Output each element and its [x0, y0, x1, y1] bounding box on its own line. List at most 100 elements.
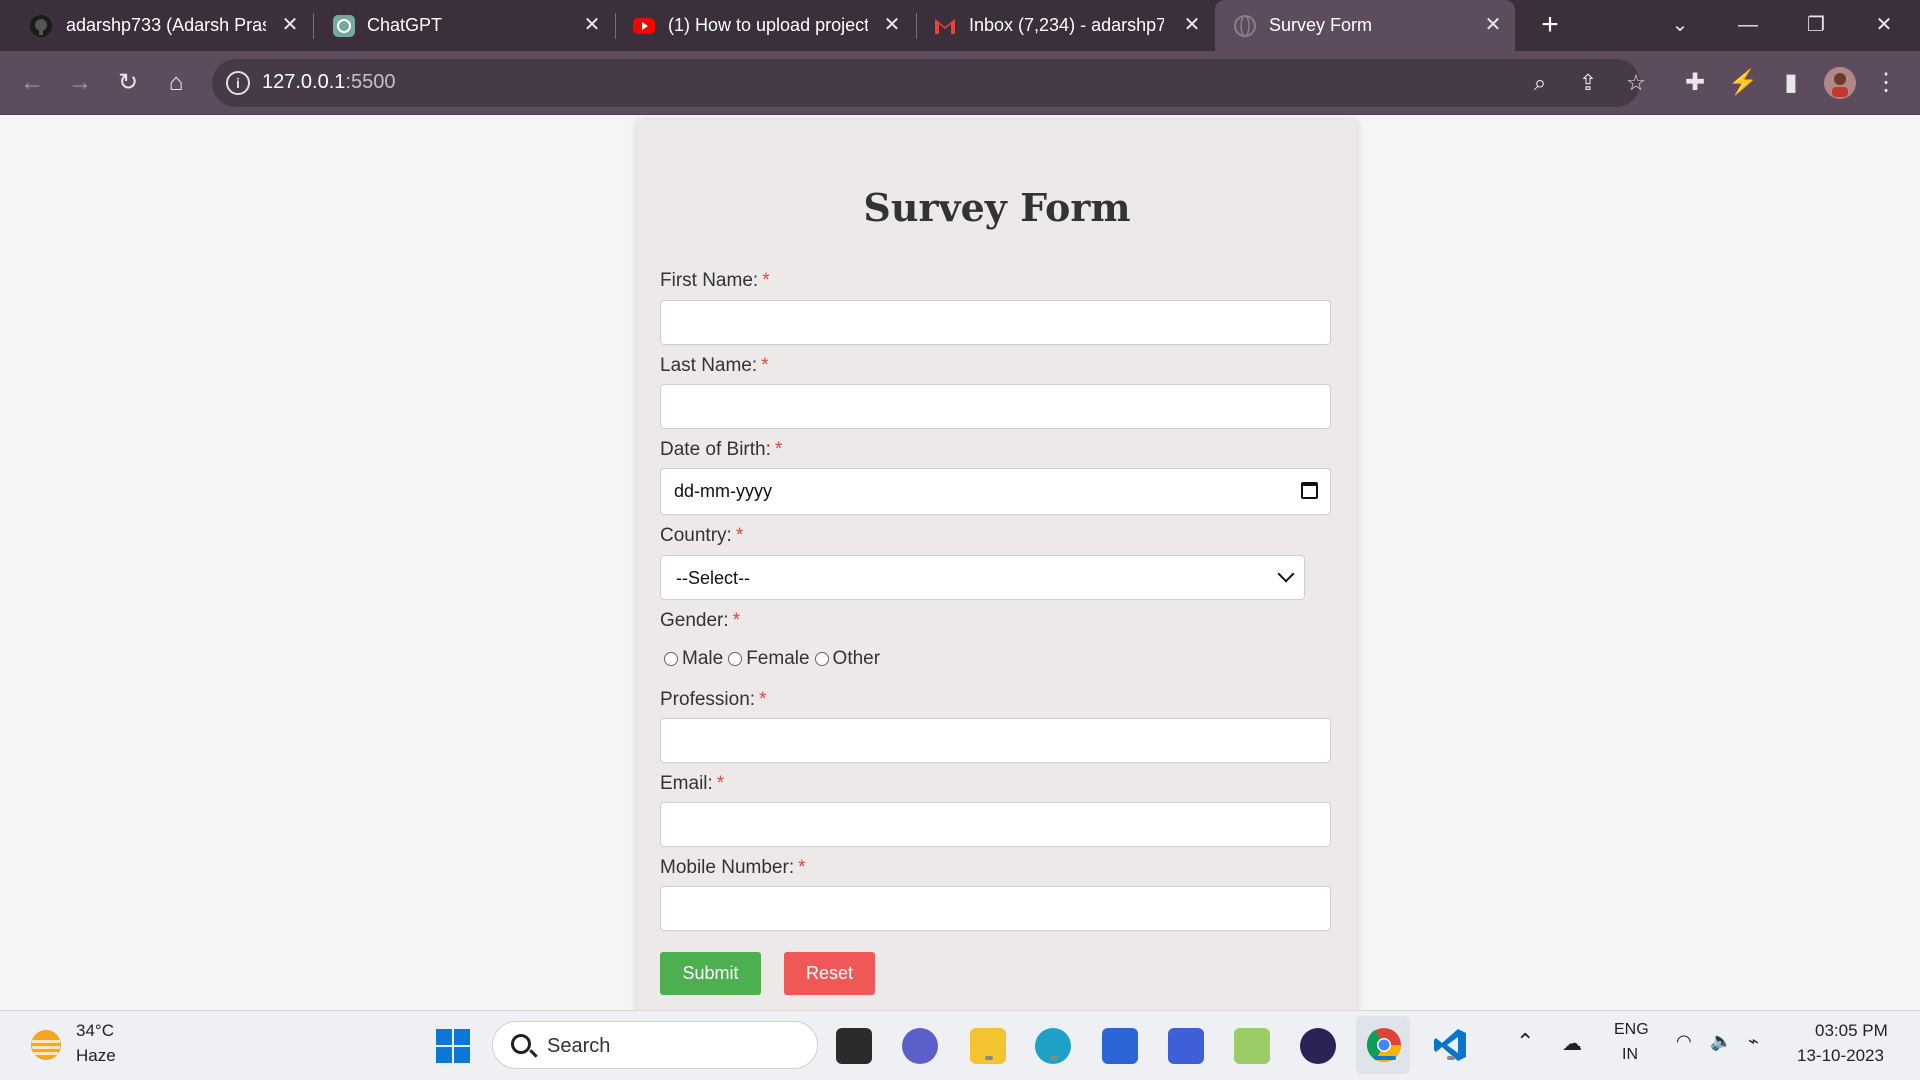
required-asterisk: * — [732, 610, 741, 631]
label-text: Mobile Number: — [660, 857, 795, 878]
wifi-icon[interactable]: ◠ — [1676, 1031, 1692, 1052]
close-icon[interactable]: ✕ — [1182, 13, 1202, 37]
close-icon[interactable]: ✕ — [582, 13, 602, 37]
gender-male-radio[interactable] — [664, 652, 678, 666]
weather-temp[interactable]: 34°C — [76, 1021, 114, 1041]
tab-github[interactable]: adarshp733 (Adarsh Prasad) ✕ — [0, 0, 300, 51]
share-icon[interactable]: ⇪ — [1570, 65, 1606, 101]
site-info-icon[interactable]: i — [226, 71, 250, 95]
performance-icon[interactable]: ⚡ — [1725, 65, 1761, 101]
last-name-input[interactable] — [660, 384, 1331, 429]
side-panel-icon[interactable]: ▮ — [1773, 65, 1809, 101]
label-text: Gender: — [660, 610, 729, 631]
browser-toolbar: ← → ↻ ⌂ i 127.0.0.1:5500 ⌕ ⇪ ☆ ✚ ⚡ ▮ ⋮ — [0, 51, 1920, 115]
country-label: Country: * — [660, 525, 743, 547]
last-name-label: Last Name: * — [660, 355, 769, 377]
gender-female-label[interactable]: Female — [746, 648, 809, 670]
menu-kebab-icon[interactable]: ⋮ — [1868, 65, 1904, 101]
email-label: Email: * — [660, 773, 724, 795]
microsoft-store-icon[interactable] — [1102, 1028, 1138, 1064]
weather-desc[interactable]: Haze — [76, 1046, 116, 1066]
url-port: :5500 — [345, 71, 396, 93]
tab-chatgpt[interactable]: ChatGPT ✕ — [315, 0, 615, 51]
close-icon[interactable]: ✕ — [1483, 13, 1503, 37]
weather-sun-icon[interactable] — [28, 1027, 64, 1063]
back-arrow-icon[interactable]: ← — [14, 65, 50, 101]
url-text[interactable]: 127.0.0.1:5500 — [262, 71, 395, 94]
submit-button[interactable]: Submit — [660, 952, 761, 995]
label-text: Last Name: — [660, 355, 758, 376]
gmail-icon — [935, 19, 955, 34]
required-asterisk: * — [798, 857, 806, 878]
page-title: Survey Form — [863, 185, 1131, 230]
windows-start-icon[interactable] — [436, 1029, 470, 1063]
chatgpt-icon — [333, 15, 355, 37]
required-asterisk: * — [716, 773, 725, 794]
zoom-icon[interactable]: ⌕ — [1522, 65, 1558, 101]
mobile-number-input[interactable] — [660, 886, 1331, 931]
teams-chat-icon[interactable] — [902, 1028, 938, 1064]
eclipse-icon[interactable] — [1300, 1028, 1336, 1064]
survey-form-card: Survey Form First Name: * Last Name: * Dat… — [637, 120, 1357, 1010]
gender-other-label[interactable]: Other — [833, 648, 881, 670]
app-icon[interactable] — [1168, 1028, 1204, 1064]
bookmark-star-icon[interactable]: ☆ — [1618, 65, 1654, 101]
home-icon[interactable]: ⌂ — [158, 65, 194, 101]
battery-icon[interactable]: ⌁ — [1748, 1031, 1759, 1052]
language-indicator-bottom[interactable]: IN — [1622, 1046, 1638, 1064]
gender-male-label[interactable]: Male — [682, 648, 723, 670]
search-placeholder: Search — [547, 1035, 611, 1057]
first-name-label: First Name: * — [660, 270, 770, 292]
avatar[interactable] — [1823, 66, 1857, 100]
dob-placeholder: dd-mm-yyyy — [674, 481, 772, 501]
extensions-puzzle-icon[interactable]: ✚ — [1677, 65, 1713, 101]
browser-tab-strip: adarshp733 (Adarsh Prasad) ✕ ChatGPT ✕ (… — [0, 0, 1920, 51]
tab-youtube[interactable]: (1) How to upload project ✕ — [616, 0, 916, 51]
close-icon[interactable]: ✕ — [280, 13, 300, 37]
youtube-icon — [633, 18, 655, 34]
forward-arrow-icon[interactable]: → — [62, 65, 98, 101]
taskbar-search-input[interactable]: Search — [492, 1021, 818, 1069]
new-tab-button[interactable]: + — [1535, 8, 1565, 42]
address-bar[interactable]: i 127.0.0.1:5500 ⌕ ⇪ ☆ — [212, 59, 1646, 107]
reset-button[interactable]: Reset — [784, 952, 875, 995]
search-icon — [511, 1034, 531, 1054]
profession-input[interactable] — [660, 718, 1331, 763]
language-indicator-top[interactable]: ENG — [1614, 1021, 1649, 1039]
dob-label: Date of Birth: * — [660, 439, 782, 461]
close-icon[interactable]: ✕ — [882, 13, 902, 37]
first-name-input[interactable] — [660, 300, 1331, 345]
required-asterisk: * — [735, 525, 744, 546]
running-indicator — [1374, 1056, 1396, 1060]
clock-date[interactable]: 13-10-2023 — [1797, 1046, 1884, 1066]
minimize-button[interactable]: — — [1728, 8, 1768, 42]
required-asterisk: * — [774, 439, 783, 460]
country-selected-value: --Select-- — [676, 568, 751, 588]
chevron-up-icon[interactable]: ⌃ — [1516, 1029, 1534, 1055]
gender-other-radio[interactable] — [814, 652, 829, 666]
running-indicator — [985, 1056, 993, 1060]
running-indicator — [1447, 1056, 1455, 1060]
window-close-button[interactable]: ✕ — [1864, 8, 1904, 42]
clock-time[interactable]: 03:05 PM — [1815, 1021, 1888, 1041]
tab-gmail[interactable]: Inbox (7,234) - adarshp733 ✕ — [917, 0, 1217, 51]
tab-title: Inbox (7,234) - adarshp733 — [969, 15, 1164, 35]
onedrive-cloud-icon[interactable]: ☁ — [1562, 1031, 1582, 1056]
country-select[interactable]: --Select-- — [660, 555, 1305, 600]
reload-icon[interactable]: ↻ — [110, 65, 146, 101]
task-view-icon[interactable] — [836, 1028, 872, 1064]
url-host: 127.0.0.1 — [262, 71, 346, 93]
notepad-app-icon[interactable] — [1234, 1028, 1270, 1064]
gender-female-radio[interactable] — [728, 652, 743, 666]
label-text: Profession: — [660, 689, 756, 710]
dob-date-input[interactable]: dd-mm-yyyy — [660, 468, 1331, 515]
email-field[interactable] — [660, 802, 1331, 847]
label-text: Date of Birth: — [660, 439, 771, 460]
github-icon — [30, 15, 52, 37]
tab-search-chevron-icon[interactable]: ⌄ — [1660, 8, 1700, 42]
volume-icon[interactable]: 🔈 — [1710, 1031, 1732, 1052]
calendar-icon[interactable] — [1301, 482, 1318, 499]
tab-survey-form[interactable]: Survey Form ✕ — [1215, 0, 1515, 51]
gender-radio-group: Male Female Other — [664, 648, 885, 670]
restore-button[interactable]: ❐ — [1796, 8, 1836, 42]
